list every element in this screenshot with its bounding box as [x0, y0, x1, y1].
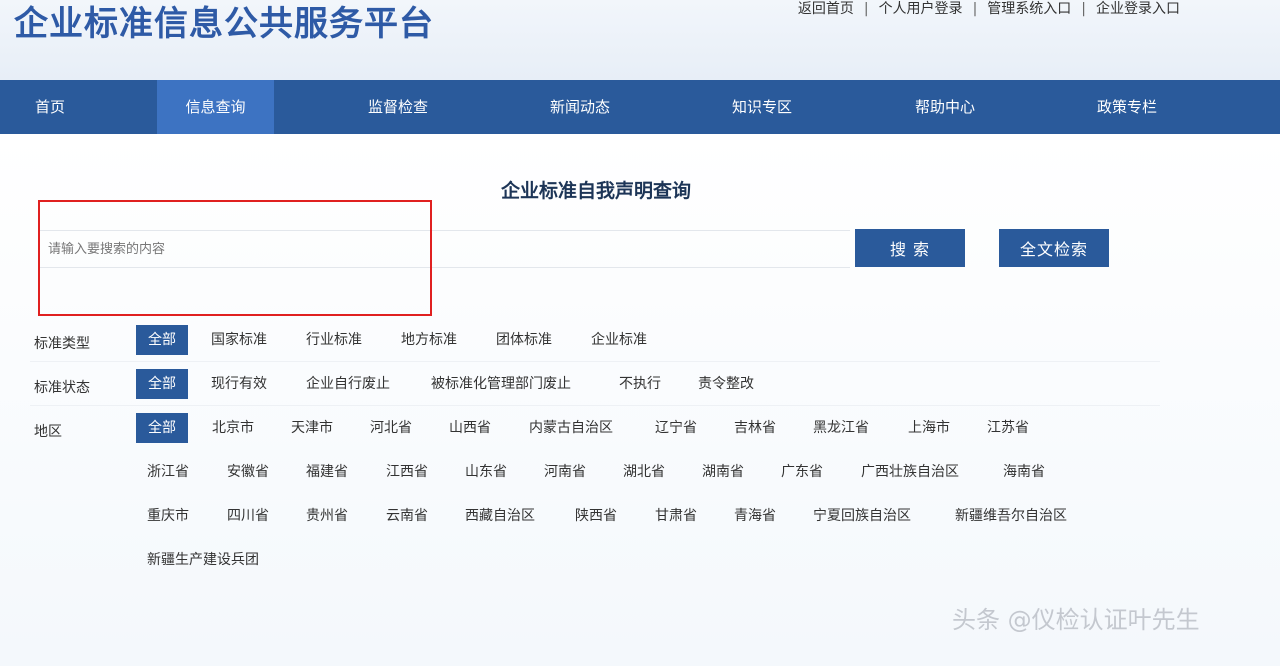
chip-type-group[interactable]: 团体标准: [496, 325, 552, 355]
chip-region[interactable]: 山西省: [449, 413, 491, 443]
chip-region[interactable]: 新疆生产建设兵团: [147, 545, 259, 575]
chip-region[interactable]: 天津市: [291, 413, 333, 443]
chip-region[interactable]: 河南省: [544, 457, 586, 487]
chip-region[interactable]: 安徽省: [227, 457, 269, 487]
chip-status-self-abolished[interactable]: 企业自行废止: [306, 369, 390, 399]
watermark: 头条 @仪检认证叶先生: [952, 606, 1200, 634]
chip-region[interactable]: 江苏省: [987, 413, 1029, 443]
chip-status-valid[interactable]: 现行有效: [211, 369, 267, 399]
link-separator: |: [972, 1, 978, 17]
chip-region[interactable]: 湖北省: [623, 457, 665, 487]
nav-news[interactable]: 新闻动态: [522, 80, 638, 134]
chip-status-ordered-rectify[interactable]: 责令整改: [698, 369, 754, 399]
filter-label-region: 地区: [34, 424, 62, 440]
chip-region-all[interactable]: 全部: [136, 413, 188, 443]
nav-knowledge[interactable]: 知识专区: [704, 80, 820, 134]
nav-supervision[interactable]: 监督检查: [340, 80, 456, 134]
chip-type-enterprise[interactable]: 企业标准: [591, 325, 647, 355]
chip-region[interactable]: 湖南省: [702, 457, 744, 487]
chip-region[interactable]: 辽宁省: [655, 413, 697, 443]
chip-region[interactable]: 云南省: [386, 501, 428, 531]
chip-region[interactable]: 四川省: [227, 501, 269, 531]
nav-help[interactable]: 帮助中心: [887, 80, 1003, 134]
page-title: 企业标准自我声明查询: [500, 180, 691, 202]
link-enterprise-login[interactable]: 企业登录入口: [1096, 0, 1180, 18]
chip-region[interactable]: 浙江省: [147, 457, 189, 487]
chip-type-national[interactable]: 国家标准: [211, 325, 267, 355]
site-header: 企业标准信息公共服务平台 返回首页 | 个人用户登录 | 管理系统入口 | 企业…: [0, 0, 1280, 80]
chip-region[interactable]: 广西壮族自治区: [861, 457, 959, 487]
main-nav: 首页 信息查询 监督检查 新闻动态 知识专区 帮助中心 政策专栏: [0, 80, 1280, 134]
nav-home[interactable]: 首页: [0, 80, 100, 134]
chip-region[interactable]: 广东省: [781, 457, 823, 487]
chip-region[interactable]: 吉林省: [734, 413, 776, 443]
chip-type-local[interactable]: 地方标准: [401, 325, 457, 355]
chip-status-all[interactable]: 全部: [136, 369, 188, 399]
chip-type-industry[interactable]: 行业标准: [306, 325, 362, 355]
filter-divider: [30, 405, 1160, 406]
link-separator: |: [1081, 1, 1086, 17]
chip-region[interactable]: 海南省: [1003, 457, 1045, 487]
chip-region[interactable]: 内蒙古自治区: [529, 413, 613, 443]
chip-region[interactable]: 陕西省: [575, 501, 617, 531]
chip-region[interactable]: 甘肃省: [655, 501, 697, 531]
chip-region[interactable]: 上海市: [908, 413, 950, 443]
filter-divider: [30, 361, 1160, 362]
chip-type-all[interactable]: 全部: [136, 325, 188, 355]
link-home[interactable]: 返回首页: [798, 0, 854, 18]
chip-region[interactable]: 江西省: [386, 457, 428, 487]
chip-region[interactable]: 北京市: [212, 413, 254, 443]
link-admin-entry[interactable]: 管理系统入口: [987, 0, 1071, 18]
chip-region[interactable]: 福建省: [306, 457, 348, 487]
chip-region[interactable]: 贵州省: [306, 501, 348, 531]
query-panel: [0, 134, 1280, 666]
nav-policy[interactable]: 政策专栏: [1069, 80, 1185, 134]
search-input[interactable]: [40, 230, 850, 268]
top-links: 返回首页 | 个人用户登录 | 管理系统入口 | 企业登录入口: [798, 0, 1180, 18]
nav-info-query[interactable]: 信息查询: [157, 80, 274, 134]
chip-region[interactable]: 山东省: [465, 457, 507, 487]
chip-status-dept-abolished[interactable]: 被标准化管理部门废止: [431, 369, 571, 399]
filter-label-standard-status: 标准状态: [34, 380, 90, 396]
chip-region[interactable]: 西藏自治区: [465, 501, 535, 531]
chip-status-not-executed[interactable]: 不执行: [619, 369, 661, 399]
chip-region[interactable]: 重庆市: [147, 501, 189, 531]
fulltext-search-button[interactable]: 全文检索: [999, 229, 1109, 267]
chip-region[interactable]: 青海省: [734, 501, 776, 531]
link-separator: |: [863, 1, 869, 17]
link-personal-login[interactable]: 个人用户登录: [879, 0, 963, 18]
filter-label-standard-type: 标准类型: [34, 336, 90, 352]
chip-region[interactable]: 河北省: [370, 413, 412, 443]
chip-region[interactable]: 宁夏回族自治区: [813, 501, 911, 531]
chip-region[interactable]: 黑龙江省: [813, 413, 869, 443]
search-button[interactable]: 搜 索: [855, 229, 965, 267]
site-title[interactable]: 企业标准信息公共服务平台: [14, 2, 434, 46]
chip-region[interactable]: 新疆维吾尔自治区: [955, 501, 1067, 531]
